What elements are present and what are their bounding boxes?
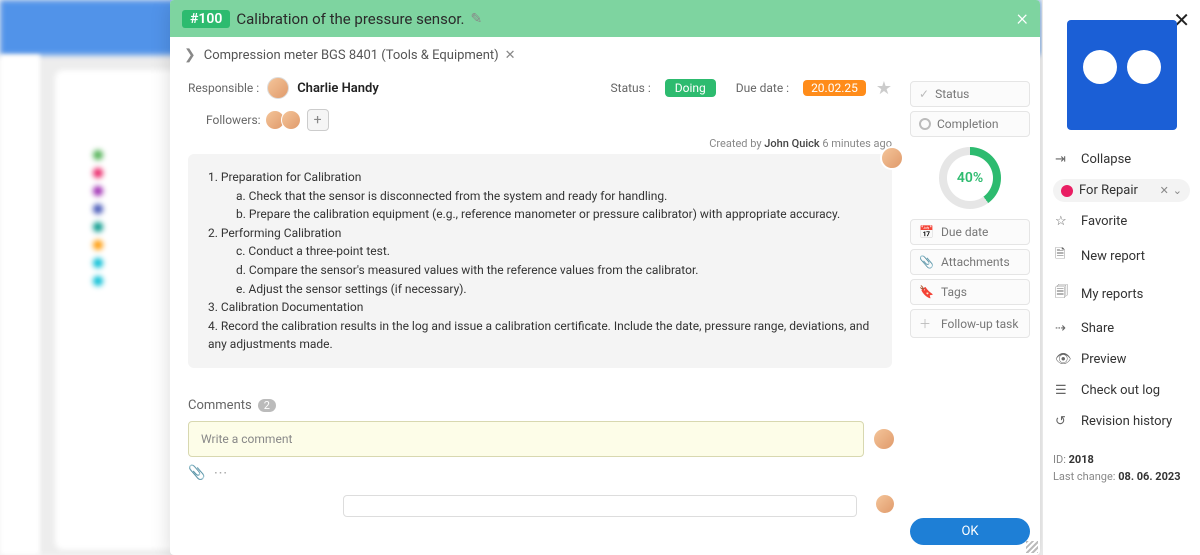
status-badge[interactable]: Doing: [665, 79, 716, 97]
comments-count: 2: [258, 399, 276, 412]
more-options-icon[interactable]: ⋯: [213, 465, 227, 481]
side-completion[interactable]: Completion: [910, 111, 1030, 137]
status-label: Status :: [611, 81, 651, 95]
description-box: 1. Preparation for Calibration a. Check …: [188, 154, 892, 368]
preview-button[interactable]: 👁 Preview: [1053, 344, 1190, 375]
responsible-avatar[interactable]: [267, 77, 289, 99]
collapse-icon: ⇥: [1055, 152, 1073, 167]
tag-for-repair[interactable]: For Repair ✕ ⌄: [1053, 179, 1190, 202]
checkout-log-button[interactable]: ☰ Check out log: [1053, 375, 1190, 406]
star-icon[interactable]: ★: [876, 78, 892, 99]
task-title: Calibration of the pressure sensor.: [236, 10, 464, 28]
remove-breadcrumb-icon[interactable]: ✕: [505, 48, 516, 63]
attach-file-icon[interactable]: 📎: [188, 465, 205, 481]
comment-input[interactable]: Write a comment: [188, 421, 864, 457]
desc-line-1: a. Check that the sensor is disconnected…: [208, 187, 872, 206]
responsible-name: Charlie Handy: [297, 81, 379, 96]
desc-line-7: 3. Calibration Documentation: [208, 298, 872, 317]
side-status[interactable]: ✓ Status: [910, 81, 1030, 107]
follower-avatar-2[interactable]: [281, 110, 301, 130]
favorite-button[interactable]: ☆ Favorite: [1053, 206, 1190, 237]
ok-button[interactable]: OK: [910, 518, 1030, 545]
revision-history-button[interactable]: ↺ Revision history: [1053, 406, 1190, 437]
task-modal: #100 Calibration of the pressure sensor.…: [170, 0, 1040, 555]
created-by: Created by John Quick 6 minutes ago: [188, 137, 892, 150]
inspector-last-change: Last change: 08. 06. 2023: [1053, 470, 1190, 483]
responsible-label: Responsible :: [188, 81, 259, 95]
bookmark-icon: 🔖: [919, 285, 935, 299]
desc-line-4: c. Conduct a three-point test.: [208, 242, 872, 261]
side-attachments[interactable]: 📎 Attachments: [910, 249, 1030, 275]
edit-title-icon[interactable]: ✎: [471, 11, 483, 27]
secondary-avatar: [874, 493, 896, 515]
desc-line-3: 2. Performing Calibration: [208, 224, 872, 243]
share-button[interactable]: ⇢ Share: [1053, 313, 1190, 344]
side-due-date[interactable]: 📅 Due date: [910, 219, 1030, 245]
completion-donut: 40%: [910, 147, 1030, 209]
desc-line-0: 1. Preparation for Calibration: [208, 168, 872, 187]
eye-icon: 👁: [1055, 352, 1073, 367]
resize-handle[interactable]: [1026, 541, 1038, 553]
tag-chevron-icon[interactable]: ⌄: [1173, 184, 1182, 197]
due-date-label: Due date :: [736, 81, 789, 95]
add-follower-button[interactable]: +: [307, 109, 329, 131]
main-column: Responsible : Charlie Handy Status : Doi…: [170, 73, 910, 555]
new-report-button[interactable]: 🗎 New report: [1053, 237, 1190, 275]
plus-icon: ＋: [919, 315, 935, 332]
completion-percent: 40%: [957, 170, 983, 186]
comment-user-avatar: [872, 427, 896, 451]
document-plus-icon: 🗎: [1055, 245, 1073, 267]
side-tags[interactable]: 🔖 Tags: [910, 279, 1030, 305]
secondary-input[interactable]: [343, 495, 857, 517]
documents-icon: 🗐: [1055, 283, 1073, 305]
inspector-panel: ✕ ⇥ Collapse For Repair ✕ ⌄ ☆ Favorite 🗎…: [1042, 0, 1200, 555]
due-date-badge[interactable]: 20.02.25: [803, 80, 866, 96]
paperclip-icon: 📎: [919, 255, 935, 269]
my-reports-button[interactable]: 🗐 My reports: [1053, 275, 1190, 313]
history-icon: ↺: [1055, 414, 1073, 429]
remove-tag-icon[interactable]: ✕: [1160, 184, 1169, 197]
breadcrumb-label[interactable]: Compression meter BGS 8401 (Tools & Equi…: [204, 48, 499, 63]
followers-label: Followers:: [206, 113, 261, 127]
log-icon: ☰: [1055, 383, 1073, 398]
side-followup[interactable]: ＋ Follow-up task: [910, 309, 1030, 338]
background-sidebar: [0, 55, 40, 555]
share-icon: ⇢: [1055, 321, 1073, 336]
tag-color-dot: [1061, 185, 1073, 197]
calendar-icon: 📅: [919, 225, 935, 239]
desc-line-6: e. Adjust the sensor settings (if necess…: [208, 280, 872, 299]
side-column: ✓ Status Completion 40% 📅 Due date 📎 Att…: [910, 73, 1040, 555]
star-outline-icon: ☆: [1055, 214, 1073, 229]
description-author-avatar: [880, 146, 904, 170]
inspector-id: ID: 2018: [1053, 453, 1190, 466]
radio-icon: [919, 118, 931, 130]
desc-line-8: 4. Record the calibration results in the…: [208, 317, 872, 354]
check-icon: ✓: [919, 87, 929, 101]
chevron-right-icon[interactable]: ❯: [184, 47, 196, 63]
comments-header: Comments 2: [188, 398, 892, 413]
task-id-badge: #100: [182, 10, 230, 28]
breadcrumb-row: ❯ Compression meter BGS 8401 (Tools & Eq…: [170, 37, 1040, 73]
collapse-button[interactable]: ⇥ Collapse: [1053, 144, 1190, 175]
close-modal-icon[interactable]: ×: [1016, 6, 1028, 31]
desc-line-2: b. Prepare the calibration equipment (e.…: [208, 205, 872, 224]
item-thumbnail[interactable]: [1067, 20, 1177, 130]
modal-header: #100 Calibration of the pressure sensor.…: [170, 0, 1040, 37]
desc-line-5: d. Compare the sensor's measured values …: [208, 261, 872, 280]
